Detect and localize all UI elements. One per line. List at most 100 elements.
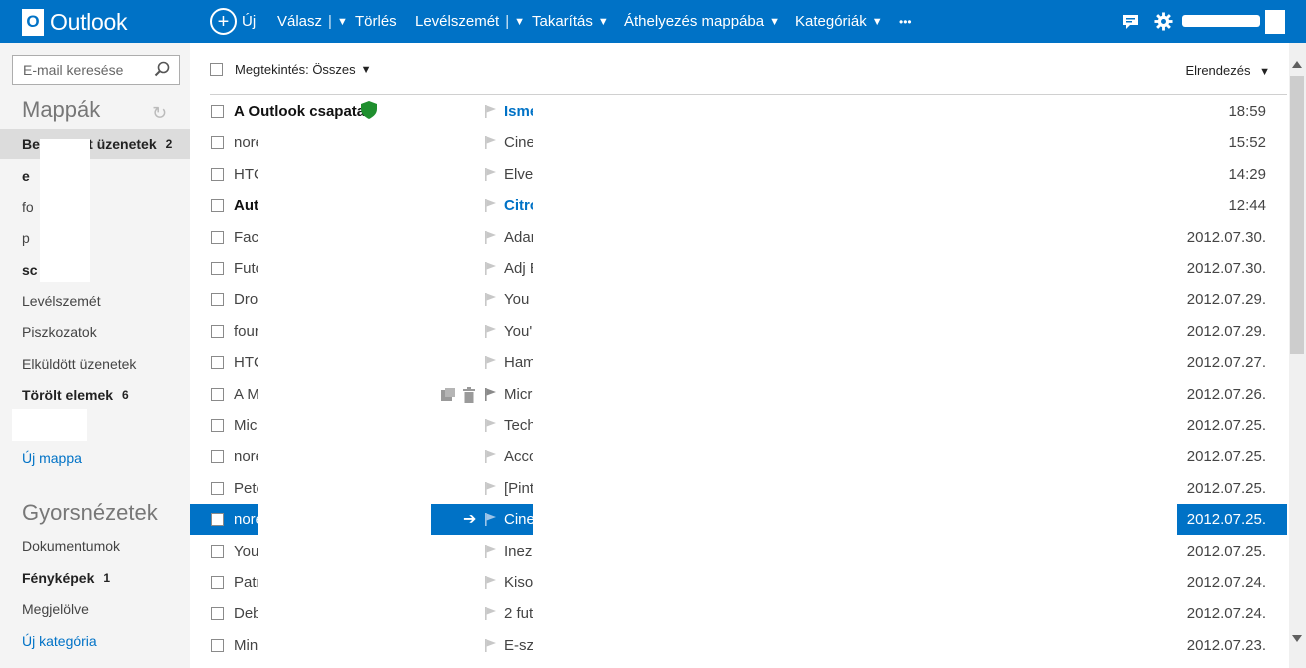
message-checkbox[interactable]: [211, 262, 224, 275]
flag-icon[interactable]: [485, 513, 497, 526]
message-row[interactable]: Dro You 2012.07.29.: [190, 284, 1287, 315]
junk-button[interactable]: Levélszemét | ▼: [415, 0, 525, 43]
message-row[interactable]: Face Adar 2012.07.30.: [190, 222, 1287, 253]
outlook-logo[interactable]: O Outlook: [22, 8, 127, 36]
message-checkbox[interactable]: [211, 482, 224, 495]
flag-icon[interactable]: [485, 105, 497, 118]
message-row[interactable]: Min E-szá 2012.07.23.: [190, 630, 1287, 661]
message-checkbox[interactable]: [211, 231, 224, 244]
message-row[interactable]: HTC Ham 2012.07.27.: [190, 347, 1287, 378]
flag-icon[interactable]: [485, 325, 497, 338]
more-button[interactable]: •••: [899, 0, 912, 43]
flag-icon[interactable]: [485, 388, 497, 401]
message-checkbox[interactable]: [211, 325, 224, 338]
message-row[interactable]: fours You' 2012.07.29.: [190, 316, 1287, 347]
message-checkbox[interactable]: [211, 639, 224, 652]
flag-icon[interactable]: [485, 293, 497, 306]
quickview-documents[interactable]: Dokumentumok: [0, 531, 190, 561]
message-row[interactable]: You Inezl 2012.07.25.: [190, 536, 1287, 567]
flag-icon[interactable]: [485, 482, 497, 495]
message-subject: [Pint: [504, 480, 533, 497]
message-row[interactable]: HTC Elves 14:29: [190, 159, 1287, 190]
move-to-button[interactable]: Áthelyezés mappába ▼: [624, 0, 780, 43]
select-all-checkbox[interactable]: [210, 63, 223, 76]
chevron-down-icon: ▼: [336, 15, 348, 28]
message-row[interactable]: Aut Citro 12:44: [190, 190, 1287, 221]
flag-icon[interactable]: [485, 607, 497, 620]
flag-icon[interactable]: [485, 419, 497, 432]
flag-icon[interactable]: [485, 136, 497, 149]
message-row[interactable]: Futo Adj E 2012.07.30.: [190, 253, 1287, 284]
move-icon[interactable]: [440, 387, 456, 403]
folder-sent[interactable]: Elküldött üzenetek: [0, 349, 190, 379]
folder-junk[interactable]: Levélszemét: [0, 286, 190, 316]
folder-custom-2[interactable]: fo: [0, 192, 190, 222]
message-row[interactable]: A Outlook csapata Isme 18:59: [190, 96, 1287, 127]
flag-icon[interactable]: [485, 576, 497, 589]
message-row[interactable]: Patr Kisor 2012.07.24.: [190, 567, 1287, 598]
flag-icon[interactable]: [485, 639, 497, 652]
delete-button[interactable]: Törlés: [355, 0, 397, 43]
new-button[interactable]: + Új: [210, 0, 256, 43]
folder-custom-4[interactable]: sc: [0, 255, 190, 285]
folder-custom-3[interactable]: p: [0, 223, 190, 253]
message-checkbox[interactable]: [211, 513, 224, 526]
quickview-photos[interactable]: Fényképek 1: [0, 563, 190, 593]
quickview-flagged[interactable]: Megjelölve: [0, 594, 190, 624]
search-input[interactable]: E-mail keresése: [12, 55, 180, 85]
flag-icon[interactable]: [485, 356, 497, 369]
folder-inbox[interactable]: Beérkezett üzenetek 2: [0, 129, 190, 159]
message-checkbox[interactable]: [211, 419, 224, 432]
trash-icon[interactable]: [462, 387, 476, 403]
message-checkbox[interactable]: [211, 450, 224, 463]
scroll-up-icon[interactable]: [1292, 61, 1302, 68]
folder-drafts[interactable]: Piszkozatok: [0, 317, 190, 347]
search-placeholder: E-mail keresése: [23, 62, 124, 78]
flag-icon[interactable]: [485, 168, 497, 181]
flag-icon[interactable]: [485, 199, 497, 212]
message-subject: Citro: [504, 197, 533, 214]
refresh-icon[interactable]: ↻: [152, 103, 167, 124]
message-checkbox[interactable]: [211, 356, 224, 369]
message-checkbox[interactable]: [211, 545, 224, 558]
flag-icon[interactable]: [485, 231, 497, 244]
message-row[interactable]: Deb 2 futo 2012.07.24.: [190, 598, 1287, 629]
flag-icon[interactable]: [485, 450, 497, 463]
message-checkbox[interactable]: [211, 168, 224, 181]
plus-icon: +: [210, 8, 237, 35]
flag-icon[interactable]: [485, 545, 497, 558]
folder-custom-1[interactable]: e: [0, 161, 190, 191]
view-filter[interactable]: Megtekintés: Összes ▼: [210, 62, 372, 77]
message-row[interactable]: nore ➔ Cine 2012.07.25.: [190, 504, 1287, 535]
more-label: •••: [899, 14, 912, 29]
message-row[interactable]: nore Acco 2012.07.25.: [190, 441, 1287, 472]
message-row[interactable]: nore Cine 15:52: [190, 127, 1287, 158]
message-checkbox[interactable]: [211, 576, 224, 589]
messaging-button[interactable]: [1122, 0, 1139, 43]
message-row[interactable]: A M Micr 2012.07.26.: [190, 379, 1287, 410]
scroll-down-icon[interactable]: [1292, 635, 1302, 642]
message-checkbox[interactable]: [211, 136, 224, 149]
message-checkbox[interactable]: [211, 105, 224, 118]
folder-deleted[interactable]: Törölt elemek 6: [0, 380, 190, 410]
reply-button[interactable]: Válasz | ▼: [277, 0, 348, 43]
new-folder-link[interactable]: Új mappa: [0, 443, 190, 473]
sweep-button[interactable]: Takarítás ▼: [532, 0, 609, 43]
message-row[interactable]: Mic Tech 2012.07.25.: [190, 410, 1287, 441]
sort-button[interactable]: Elrendezés ▼: [1185, 63, 1270, 78]
settings-button[interactable]: [1154, 0, 1173, 43]
message-row[interactable]: Pete [Pint 2012.07.25.: [190, 473, 1287, 504]
search-icon[interactable]: [154, 61, 170, 77]
new-category-link[interactable]: Új kategória: [0, 626, 190, 656]
scrollbar[interactable]: [1289, 43, 1306, 668]
message-checkbox[interactable]: [211, 199, 224, 212]
flag-icon[interactable]: [485, 262, 497, 275]
message-date: 2012.07.25.: [1186, 480, 1266, 497]
user-name-redacted[interactable]: [1182, 15, 1260, 27]
scrollbar-thumb[interactable]: [1290, 76, 1304, 354]
message-checkbox[interactable]: [211, 607, 224, 620]
avatar[interactable]: [1265, 10, 1285, 34]
categories-button[interactable]: Kategóriák ▼: [795, 0, 883, 43]
message-checkbox[interactable]: [211, 388, 224, 401]
message-checkbox[interactable]: [211, 293, 224, 306]
